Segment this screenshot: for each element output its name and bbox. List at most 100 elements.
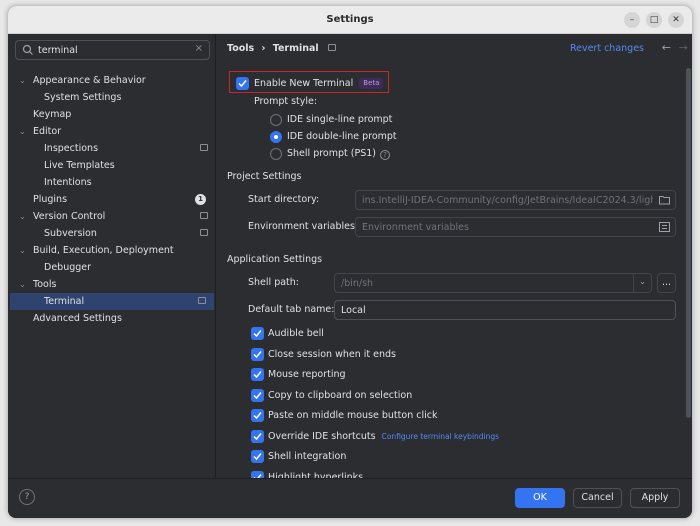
start-directory-field[interactable]: ins.IntelliJ-IDEA-Community/config/JetBr… — [355, 190, 676, 210]
environment-variables-field[interactable]: Environment variables — [355, 217, 676, 237]
settings-sidebar: terminal × ⌄ Appearance & Behavior Syste… — [8, 34, 216, 478]
sidebar-item-label: Terminal — [44, 296, 85, 307]
copy-to-clipboard-label: Copy to clipboard on selection — [268, 390, 413, 401]
sidebar-item-label: Appearance & Behavior — [33, 75, 146, 86]
chevron-down-icon[interactable]: ⌄ — [19, 276, 26, 293]
help-icon[interactable]: ? — [379, 150, 390, 160]
configure-keybindings-link[interactable]: Configure terminal keybindings — [382, 432, 499, 441]
sidebar-item-appearance-behavior[interactable]: ⌄ Appearance & Behavior — [8, 72, 216, 89]
sidebar-item-advanced-settings[interactable]: Advanced Settings — [8, 310, 216, 327]
chevron-down-icon[interactable]: ⌄ — [633, 274, 651, 292]
audible-bell-checkbox[interactable] — [251, 327, 264, 340]
revert-changes-link[interactable]: Revert changes — [570, 43, 644, 54]
breadcrumb-separator: › — [261, 43, 266, 54]
prompt-style-label: Prompt style: — [254, 96, 318, 107]
apply-button[interactable]: Apply — [630, 488, 680, 508]
radio-double-line-prompt[interactable] — [270, 131, 282, 143]
checkmark-icon — [253, 392, 262, 400]
window-title: Settings — [326, 14, 374, 25]
checkmark-icon — [253, 433, 262, 441]
settings-dialog: Settings – □ ✕ terminal × ⌄ Appearance &… — [8, 6, 692, 518]
edit-list-icon[interactable] — [659, 222, 670, 232]
highlight-hyperlinks-label: Highlight hyperlinks — [268, 472, 364, 478]
project-scope-icon — [200, 229, 208, 236]
sidebar-item-subversion[interactable]: Subversion — [8, 225, 216, 242]
sidebar-item-label: Live Templates — [44, 160, 115, 171]
sidebar-item-debugger[interactable]: Debugger — [8, 259, 216, 276]
copy-to-clipboard-checkbox[interactable] — [251, 389, 264, 402]
clear-search-icon[interactable]: × — [195, 43, 203, 54]
shell-prompt-label: Shell prompt (PS1)? — [287, 146, 390, 162]
chevron-down-icon[interactable]: ⌄ — [19, 72, 26, 89]
forward-arrow-icon[interactable]: → — [679, 41, 688, 54]
paste-middle-click-checkbox[interactable] — [251, 409, 264, 422]
start-directory-value: ins.IntelliJ-IDEA-Community/config/JetBr… — [362, 195, 653, 206]
sidebar-item-plugins[interactable]: Plugins 1 — [8, 191, 216, 208]
vertical-scrollbar[interactable] — [686, 68, 691, 418]
checkmark-icon — [253, 453, 262, 461]
sidebar-item-label: Inspections — [44, 143, 99, 154]
sidebar-item-build-execution-deployment[interactable]: ⌄ Build, Execution, Deployment — [8, 242, 216, 259]
close-button[interactable]: ✕ — [668, 12, 684, 28]
sidebar-item-label: Editor — [33, 126, 62, 137]
enable-new-terminal-checkbox[interactable] — [236, 77, 249, 90]
shell-integration-checkbox[interactable] — [251, 450, 264, 463]
browse-shell-button[interactable]: ... — [657, 273, 676, 293]
settings-search-input[interactable]: terminal × — [15, 40, 210, 60]
override-ide-shortcuts-checkbox[interactable] — [251, 430, 264, 443]
shell-path-value: /bin/sh — [341, 278, 374, 289]
shell-prompt-text: Shell prompt (PS1) — [287, 148, 376, 159]
close-session-checkbox[interactable] — [251, 348, 264, 361]
mouse-reporting-checkbox[interactable] — [251, 368, 264, 381]
sidebar-item-system-settings[interactable]: System Settings — [8, 89, 216, 106]
project-scope-icon — [327, 44, 336, 51]
search-icon — [22, 44, 33, 55]
project-scope-icon — [200, 212, 208, 219]
sidebar-item-label: Debugger — [44, 262, 92, 273]
breadcrumb-terminal: Terminal — [272, 43, 319, 54]
back-arrow-icon[interactable]: ← — [662, 41, 671, 54]
checkmark-icon — [253, 371, 262, 379]
sidebar-item-editor[interactable]: ⌄ Editor — [8, 123, 216, 140]
sidebar-item-terminal[interactable]: Terminal — [10, 293, 214, 310]
start-directory-label: Start directory: — [248, 194, 320, 205]
browse-label: ... — [662, 277, 672, 288]
sidebar-item-keymap[interactable]: Keymap — [8, 106, 216, 123]
single-line-prompt-label: IDE single-line prompt — [287, 114, 393, 125]
project-scope-icon — [200, 144, 208, 151]
folder-icon[interactable] — [659, 195, 670, 205]
chevron-down-icon[interactable]: ⌄ — [19, 208, 26, 225]
double-line-prompt-label: IDE double-line prompt — [287, 131, 397, 142]
cancel-button[interactable]: Cancel — [573, 488, 622, 508]
radio-single-line-prompt[interactable] — [270, 114, 282, 126]
sidebar-item-label: Tools — [33, 279, 57, 290]
radio-shell-prompt[interactable] — [270, 148, 282, 160]
chevron-down-icon[interactable]: ⌄ — [19, 123, 26, 140]
plugins-update-badge: 1 — [195, 194, 206, 205]
sidebar-item-label: Plugins — [33, 194, 68, 205]
shell-integration-label: Shell integration — [268, 451, 347, 462]
environment-variables-label: Environment variables: — [248, 221, 359, 232]
enable-new-terminal-text: Enable New Terminal — [254, 78, 354, 89]
sidebar-item-label: System Settings — [44, 92, 122, 103]
sidebar-item-version-control[interactable]: ⌄ Version Control — [8, 208, 216, 225]
checkmark-icon — [238, 80, 247, 88]
sidebar-item-live-templates[interactable]: Live Templates — [8, 157, 216, 174]
minimize-button[interactable]: – — [624, 12, 640, 28]
sidebar-item-inspections[interactable]: Inspections — [8, 140, 216, 157]
ok-button[interactable]: OK — [515, 488, 565, 508]
default-tab-name-input[interactable]: Local — [334, 300, 676, 320]
default-tab-name-value: Local — [341, 305, 366, 316]
close-session-label: Close session when it ends — [268, 349, 396, 360]
breadcrumb-tools[interactable]: Tools — [227, 43, 254, 54]
chevron-down-icon[interactable]: ⌄ — [19, 242, 26, 259]
help-button[interactable]: ? — [19, 489, 35, 505]
audible-bell-label: Audible bell — [268, 328, 324, 339]
sidebar-item-label: Version Control — [33, 211, 106, 222]
enable-new-terminal-label: Enable New Terminal Beta — [254, 76, 384, 92]
maximize-button[interactable]: □ — [646, 12, 662, 28]
sidebar-item-tools[interactable]: ⌄ Tools — [8, 276, 216, 293]
shell-path-combobox[interactable]: /bin/sh ⌄ — [334, 273, 652, 293]
shell-path-label: Shell path: — [248, 277, 299, 288]
sidebar-item-intentions[interactable]: Intentions — [8, 174, 216, 191]
